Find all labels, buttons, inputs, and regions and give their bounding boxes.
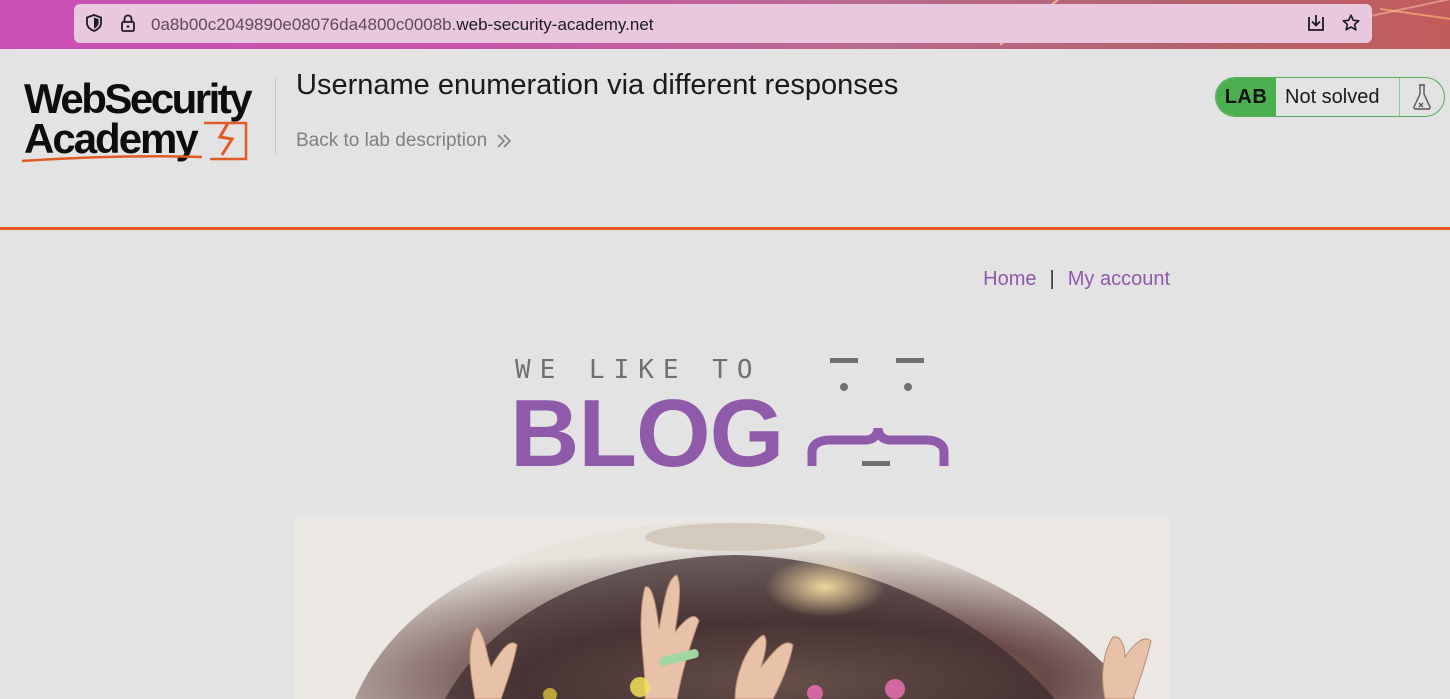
back-link-label: Back to lab description (296, 130, 488, 151)
lab-header: WebSecurity Academy Username enumeration… (0, 49, 1450, 227)
star-icon[interactable] (1341, 13, 1361, 33)
double-chevron-right-icon (497, 134, 512, 148)
logo-divider (275, 77, 276, 155)
back-to-lab-description-link[interactable]: Back to lab description (296, 130, 513, 152)
blog-nav: Home | My account (983, 268, 1170, 291)
home-link[interactable]: Home (983, 268, 1036, 291)
flask-icon (1400, 78, 1444, 116)
header-divider (0, 227, 1450, 230)
lab-title: Username enumeration via different respo… (296, 69, 899, 101)
blog-logo: WE LIKE TO BLOG (510, 352, 955, 482)
lock-icon[interactable] (118, 13, 138, 33)
lab-status-text: Not solved (1276, 78, 1400, 116)
browser-toolbar: 0a8b00c2049890e08076da4800c0008b.web-sec… (0, 0, 1450, 49)
my-account-link[interactable]: My account (1068, 268, 1170, 291)
blog-face-icon (807, 358, 949, 466)
url-subdomain: 0a8b00c2049890e08076da4800c0008b. (151, 15, 457, 34)
logo-line2: Academy (24, 115, 199, 162)
lab-badge: LAB (1216, 78, 1276, 116)
blog-hero-image (295, 517, 1170, 699)
url-text[interactable]: 0a8b00c2049890e08076da4800c0008b.web-sec… (151, 15, 654, 35)
shield-icon[interactable] (84, 13, 104, 33)
download-icon[interactable] (1306, 13, 1326, 33)
lab-status-widget: LAB Not solved (1215, 77, 1445, 117)
address-bar[interactable]: 0a8b00c2049890e08076da4800c0008b.web-sec… (74, 4, 1372, 43)
web-security-academy-logo[interactable]: WebSecurity Academy (22, 77, 272, 167)
blog-logo-word: BLOG (510, 380, 784, 487)
url-domain: web-security-academy.net (456, 15, 654, 34)
nav-separator: | (1049, 268, 1055, 290)
